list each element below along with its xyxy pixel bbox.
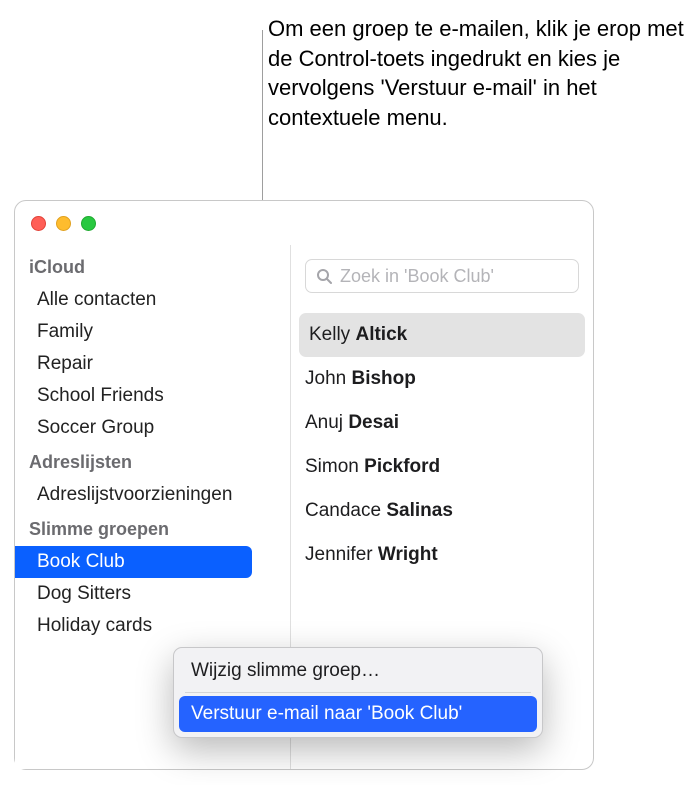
sidebar-item-soccer-group[interactable]: Soccer Group — [15, 412, 290, 444]
search-icon — [316, 268, 332, 284]
contact-row[interactable]: Kelly Altick — [299, 313, 585, 357]
contact-row[interactable]: Candace Salinas — [291, 489, 593, 533]
sidebar-item-repair[interactable]: Repair — [15, 348, 290, 380]
contacts-window: iCloud Alle contacten Family Repair Scho… — [14, 200, 594, 770]
contact-first: Simon — [305, 456, 359, 477]
sidebar-section-header: Slimme groepen — [15, 511, 290, 546]
contact-first: Jennifer — [305, 544, 373, 565]
sidebar-item-dog-sitters[interactable]: Dog Sitters — [15, 578, 290, 610]
contact-first: Kelly — [309, 324, 350, 345]
contact-first: Anuj — [305, 412, 343, 433]
sidebar-item-book-club[interactable]: Book Club — [15, 546, 252, 578]
close-icon[interactable] — [31, 216, 46, 231]
contact-row[interactable]: John Bishop — [291, 357, 593, 401]
window-titlebar — [15, 201, 593, 245]
contact-row[interactable]: Jennifer Wright — [291, 533, 593, 577]
contact-last: Pickford — [364, 456, 440, 477]
sidebar-item-school-friends[interactable]: School Friends — [15, 380, 290, 412]
sidebar-item-all-contacts[interactable]: Alle contacten — [15, 284, 290, 316]
zoom-icon[interactable] — [81, 216, 96, 231]
contact-first: John — [305, 368, 346, 389]
contact-last: Altick — [355, 324, 407, 345]
contact-first: Candace — [305, 500, 381, 521]
sidebar-item-directory-services[interactable]: Adreslijstvoorzieningen — [15, 479, 290, 511]
sidebar-item-family[interactable]: Family — [15, 316, 290, 348]
contact-row[interactable]: Simon Pickford — [291, 445, 593, 489]
menu-separator — [185, 692, 531, 693]
contact-last: Wright — [378, 544, 438, 565]
sidebar-item-holiday-cards[interactable]: Holiday cards — [15, 610, 290, 642]
menu-item-edit-smart-group[interactable]: Wijzig slimme groep… — [179, 653, 537, 689]
contact-last: Desai — [348, 412, 399, 433]
menu-item-send-email[interactable]: Verstuur e-mail naar 'Book Club' — [179, 696, 537, 732]
sidebar-section-header: iCloud — [15, 249, 290, 284]
minimize-icon[interactable] — [56, 216, 71, 231]
help-caption: Om een groep te e-mailen, klik je erop m… — [268, 14, 688, 133]
sidebar-section-header: Adreslijsten — [15, 444, 290, 479]
context-menu: Wijzig slimme groep… Verstuur e-mail naa… — [173, 647, 543, 738]
contact-row[interactable]: Anuj Desai — [291, 401, 593, 445]
search-placeholder: Zoek in 'Book Club' — [340, 266, 494, 287]
search-input[interactable]: Zoek in 'Book Club' — [305, 259, 579, 293]
contact-last: Salinas — [386, 500, 453, 521]
contact-last: Bishop — [351, 368, 415, 389]
